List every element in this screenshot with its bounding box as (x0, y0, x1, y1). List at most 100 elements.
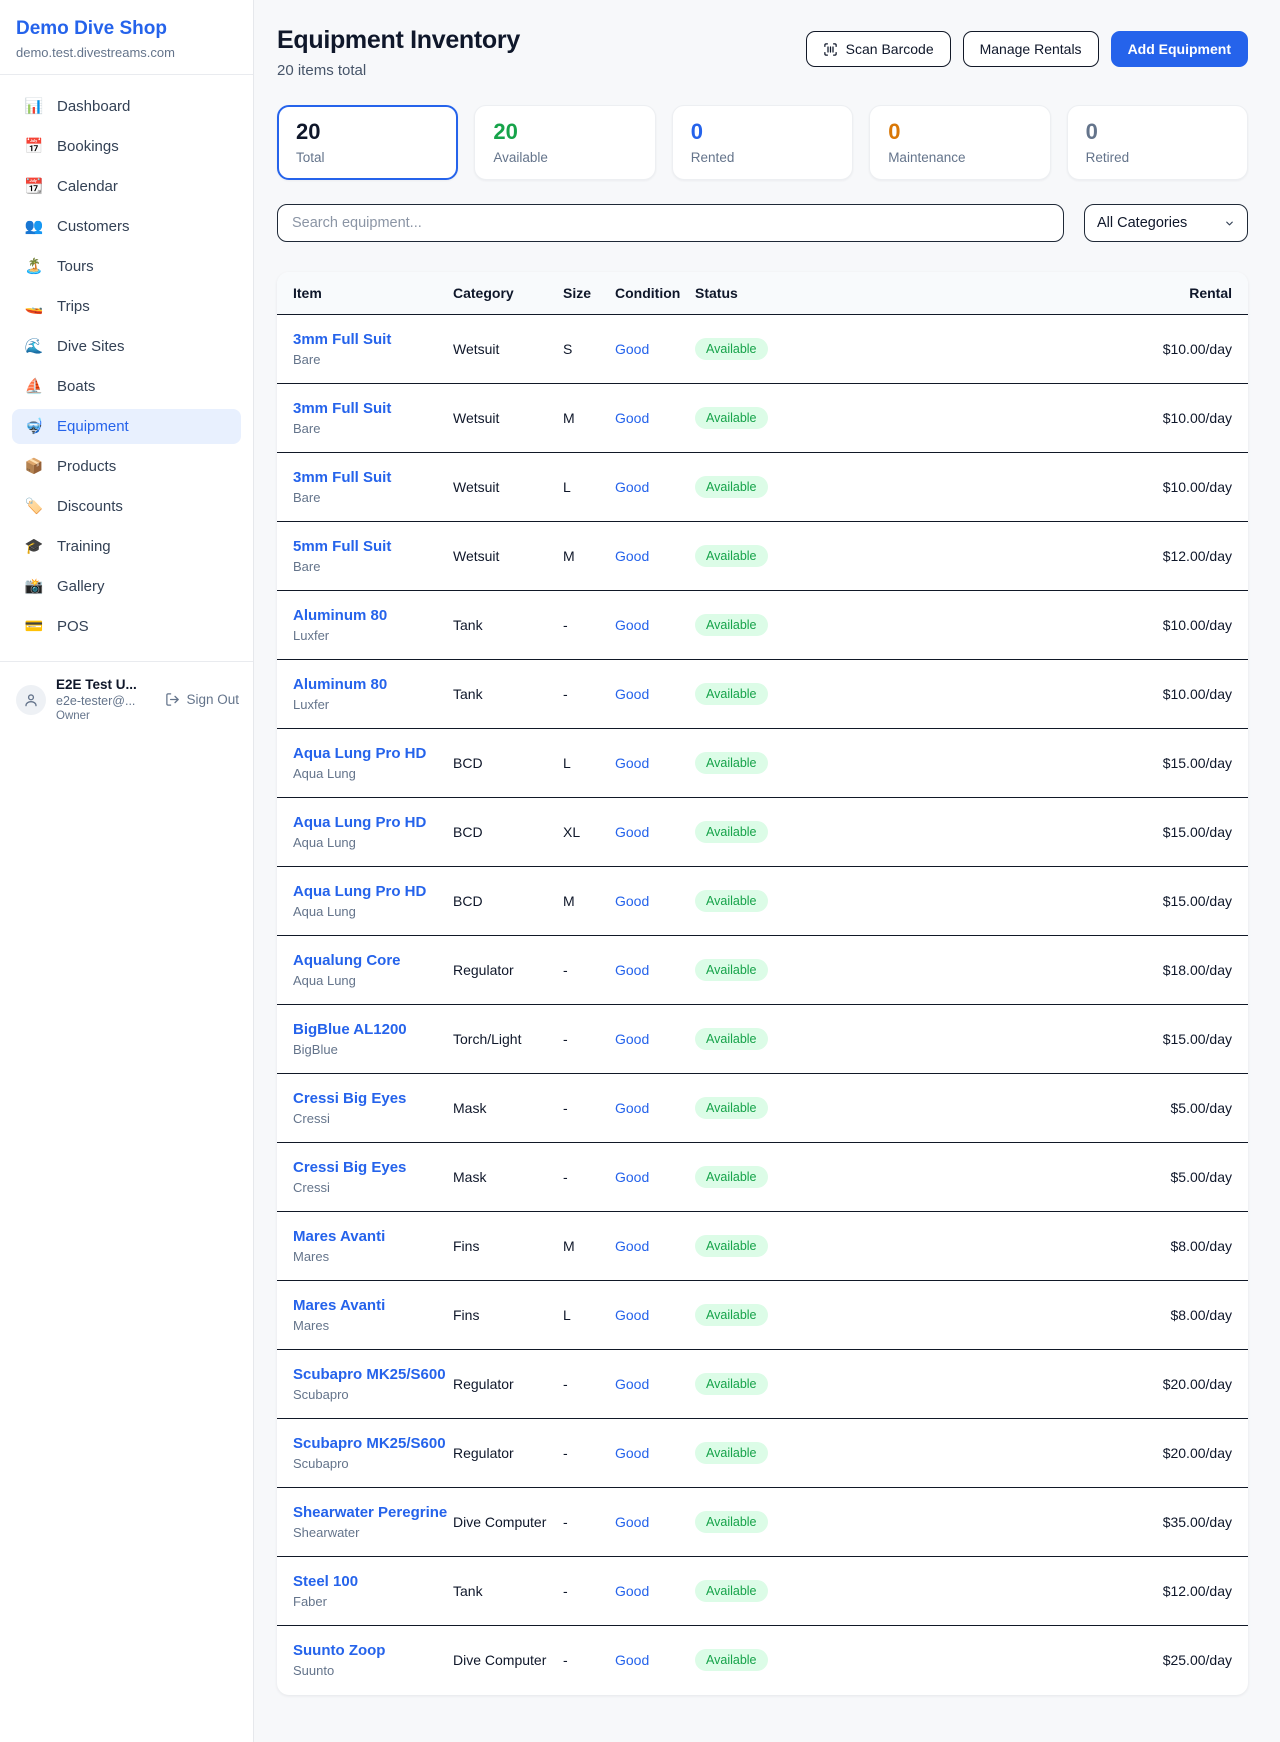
item-category: Wetsuit (453, 453, 563, 522)
condition-link[interactable]: Good (615, 1376, 649, 1392)
item-name-link[interactable]: 3mm Full Suit (293, 331, 453, 348)
sidebar-item-customers[interactable]: 👥 Customers (12, 209, 241, 244)
table-row[interactable]: 3mm Full Suit Bare Wetsuit L Good Availa… (277, 453, 1248, 522)
item-name-link[interactable]: Mares Avanti (293, 1228, 453, 1245)
item-name-link[interactable]: 3mm Full Suit (293, 400, 453, 417)
item-category: BCD (453, 867, 563, 936)
products-icon: 📦 (24, 459, 44, 474)
sidebar-item-dive-sites[interactable]: 🌊 Dive Sites (12, 329, 241, 364)
condition-link[interactable]: Good (615, 755, 649, 771)
sidebar-item-training[interactable]: 🎓 Training (12, 529, 241, 564)
stat-value: 20 (296, 119, 439, 145)
item-name-link[interactable]: Shearwater Peregrine (293, 1504, 453, 1521)
sidebar-item-tours[interactable]: 🏝️ Tours (12, 249, 241, 284)
condition-link[interactable]: Good (615, 824, 649, 840)
item-name-link[interactable]: BigBlue AL1200 (293, 1021, 453, 1038)
add-equipment-button[interactable]: Add Equipment (1111, 31, 1248, 67)
stat-card-retired[interactable]: 0 Retired (1067, 105, 1248, 180)
item-name-link[interactable]: Suunto Zoop (293, 1642, 453, 1659)
table-row[interactable]: 3mm Full Suit Bare Wetsuit M Good Availa… (277, 384, 1248, 453)
condition-link[interactable]: Good (615, 1238, 649, 1254)
sidebar-item-equipment[interactable]: 🤿 Equipment (12, 409, 241, 444)
item-name-link[interactable]: Aqua Lung Pro HD (293, 883, 453, 900)
sidebar-item-calendar[interactable]: 📆 Calendar (12, 169, 241, 204)
table-row[interactable]: Aqua Lung Pro HD Aqua Lung BCD M Good Av… (277, 867, 1248, 936)
condition-link[interactable]: Good (615, 548, 649, 564)
condition-link[interactable]: Good (615, 1031, 649, 1047)
table-row[interactable]: Aqualung Core Aqua Lung Regulator - Good… (277, 936, 1248, 1005)
item-name-link[interactable]: Steel 100 (293, 1573, 453, 1590)
table-row[interactable]: Cressi Big Eyes Cressi Mask - Good Avail… (277, 1074, 1248, 1143)
item-name-link[interactable]: Aluminum 80 (293, 607, 453, 624)
table-row[interactable]: Aqua Lung Pro HD Aqua Lung BCD L Good Av… (277, 729, 1248, 798)
condition-link[interactable]: Good (615, 1100, 649, 1116)
item-name-link[interactable]: Scubapro MK25/S600 (293, 1435, 453, 1452)
item-name-link[interactable]: Aqualung Core (293, 952, 453, 969)
item-brand: Mares (293, 1318, 453, 1333)
sign-out-button[interactable]: Sign Out (165, 692, 239, 707)
item-name-link[interactable]: Aqua Lung Pro HD (293, 745, 453, 762)
item-name-link[interactable]: 5mm Full Suit (293, 538, 453, 555)
sidebar-item-boats[interactable]: ⛵ Boats (12, 369, 241, 404)
col-rental: Rental (980, 272, 1248, 315)
manage-rentals-button[interactable]: Manage Rentals (963, 31, 1099, 67)
condition-link[interactable]: Good (615, 479, 649, 495)
status-badge: Available (695, 1649, 768, 1671)
table-row[interactable]: Shearwater Peregrine Shearwater Dive Com… (277, 1488, 1248, 1557)
condition-link[interactable]: Good (615, 962, 649, 978)
rental-price: $10.00/day (980, 660, 1248, 729)
table-row[interactable]: 3mm Full Suit Bare Wetsuit S Good Availa… (277, 315, 1248, 384)
sidebar-item-gallery[interactable]: 📸 Gallery (12, 569, 241, 604)
item-name-link[interactable]: Aluminum 80 (293, 676, 453, 693)
table-row[interactable]: Scubapro MK25/S600 Scubapro Regulator - … (277, 1419, 1248, 1488)
table-row[interactable]: Aluminum 80 Luxfer Tank - Good Available… (277, 591, 1248, 660)
condition-link[interactable]: Good (615, 341, 649, 357)
condition-link[interactable]: Good (615, 1307, 649, 1323)
stat-card-rented[interactable]: 0 Rented (672, 105, 853, 180)
sidebar-item-trips[interactable]: 🚤 Trips (12, 289, 241, 324)
table-row[interactable]: Aluminum 80 Luxfer Tank - Good Available… (277, 660, 1248, 729)
category-select[interactable]: All Categories (1084, 204, 1248, 242)
condition-link[interactable]: Good (615, 617, 649, 633)
scan-barcode-button[interactable]: Scan Barcode (806, 31, 951, 67)
table-row[interactable]: Cressi Big Eyes Cressi Mask - Good Avail… (277, 1143, 1248, 1212)
item-name-link[interactable]: 3mm Full Suit (293, 469, 453, 486)
stat-cards: 20 Total 20 Available 0 Rented 0 Mainten… (277, 105, 1248, 180)
search-input[interactable] (277, 204, 1064, 242)
table-row[interactable]: Mares Avanti Mares Fins L Good Available… (277, 1281, 1248, 1350)
table-row[interactable]: Steel 100 Faber Tank - Good Available $1… (277, 1557, 1248, 1626)
stat-card-maintenance[interactable]: 0 Maintenance (869, 105, 1050, 180)
condition-link[interactable]: Good (615, 1445, 649, 1461)
rental-price: $10.00/day (980, 453, 1248, 522)
table-row[interactable]: Suunto Zoop Suunto Dive Computer - Good … (277, 1626, 1248, 1695)
table-row[interactable]: Scubapro MK25/S600 Scubapro Regulator - … (277, 1350, 1248, 1419)
sidebar-item-bookings[interactable]: 📅 Bookings (12, 129, 241, 164)
item-name-link[interactable]: Cressi Big Eyes (293, 1159, 453, 1176)
condition-link[interactable]: Good (615, 410, 649, 426)
sidebar-item-pos[interactable]: 💳 POS (12, 609, 241, 644)
sidebar-item-products[interactable]: 📦 Products (12, 449, 241, 484)
sidebar: Demo Dive Shop demo.test.divestreams.com… (0, 0, 254, 1742)
item-name-link[interactable]: Aqua Lung Pro HD (293, 814, 453, 831)
equipment-table-card: Item Category Size Condition Status Rent… (277, 272, 1248, 1695)
item-brand: Aqua Lung (293, 835, 453, 850)
table-row[interactable]: 5mm Full Suit Bare Wetsuit M Good Availa… (277, 522, 1248, 591)
table-row[interactable]: Aqua Lung Pro HD Aqua Lung BCD XL Good A… (277, 798, 1248, 867)
condition-link[interactable]: Good (615, 1169, 649, 1185)
item-name-link[interactable]: Scubapro MK25/S600 (293, 1366, 453, 1383)
item-name-link[interactable]: Mares Avanti (293, 1297, 453, 1314)
condition-link[interactable]: Good (615, 893, 649, 909)
stat-card-total[interactable]: 20 Total (277, 105, 458, 180)
condition-link[interactable]: Good (615, 1583, 649, 1599)
condition-link[interactable]: Good (615, 686, 649, 702)
item-name-link[interactable]: Cressi Big Eyes (293, 1090, 453, 1107)
table-row[interactable]: Mares Avanti Mares Fins M Good Available… (277, 1212, 1248, 1281)
sidebar-item-dashboard[interactable]: 📊 Dashboard (12, 89, 241, 124)
sidebar-item-discounts[interactable]: 🏷️ Discounts (12, 489, 241, 524)
condition-link[interactable]: Good (615, 1652, 649, 1668)
main-content: Equipment Inventory 20 items total Scan … (254, 0, 1280, 1742)
table-header: Item Category Size Condition Status Rent… (277, 272, 1248, 315)
table-row[interactable]: BigBlue AL1200 BigBlue Torch/Light - Goo… (277, 1005, 1248, 1074)
condition-link[interactable]: Good (615, 1514, 649, 1530)
stat-card-available[interactable]: 20 Available (474, 105, 655, 180)
